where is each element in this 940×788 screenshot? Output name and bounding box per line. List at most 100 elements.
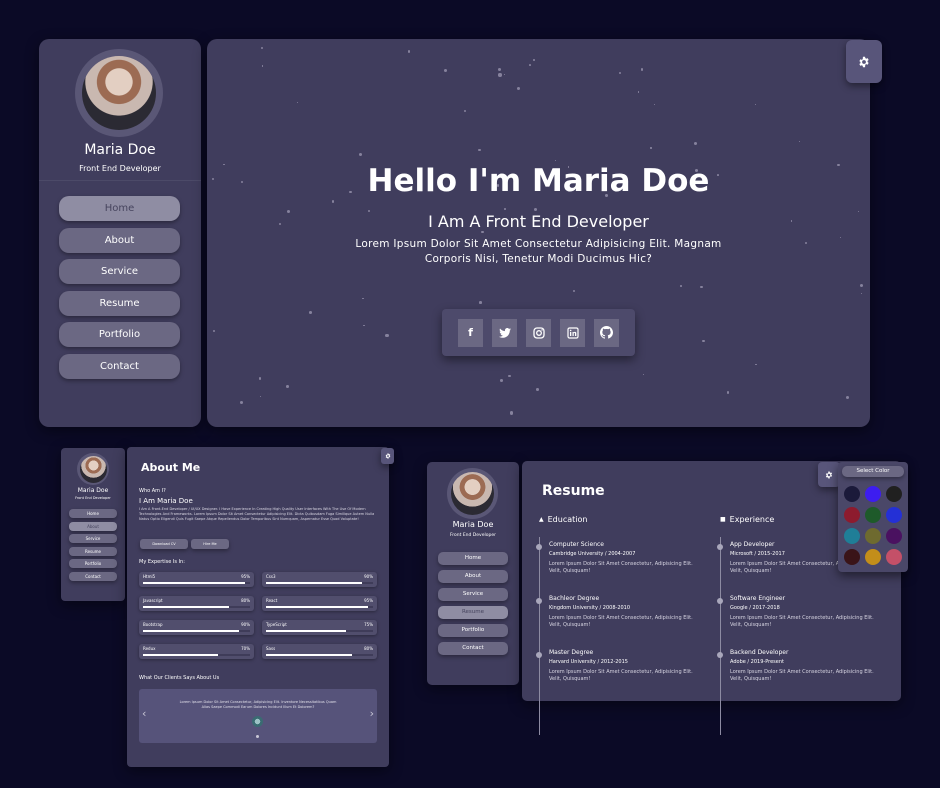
- skill-bar: TypeScript 75%: [262, 620, 377, 635]
- star-dot: [555, 160, 557, 162]
- star-dot: [650, 147, 652, 149]
- about-sidebar: Maria Doe Front End Developer Home About…: [61, 448, 125, 601]
- starfield: [207, 39, 870, 427]
- color-swatch[interactable]: [886, 486, 902, 502]
- main-sidebar: Maria Doe Front End Developer Home About…: [39, 39, 201, 427]
- social-bar: f: [442, 309, 635, 356]
- color-swatch[interactable]: [844, 549, 860, 565]
- skill-bar: Css3 90%: [262, 572, 377, 587]
- skills-grid: Html5 95% Css3 90% Javascript 80% React 95% …: [139, 572, 377, 659]
- hire-me-button[interactable]: Hire Me: [191, 539, 229, 549]
- color-swatch[interactable]: [844, 486, 860, 502]
- nav-service[interactable]: Service: [69, 534, 117, 543]
- settings-gear-icon[interactable]: [818, 462, 840, 487]
- timeline-dot: [717, 598, 723, 604]
- page-title: Resume: [542, 483, 605, 499]
- star-dot: [478, 148, 482, 152]
- star-dot: [640, 68, 644, 71]
- nav-portfolio[interactable]: Portfolio: [69, 559, 117, 568]
- star-dot: [534, 207, 538, 212]
- chevron-left-icon[interactable]: ‹: [142, 707, 146, 720]
- timeline-dot: [536, 598, 542, 604]
- profile-role: Front End Developer: [450, 533, 496, 538]
- star-dot: [536, 387, 539, 391]
- nav-resume[interactable]: Resume: [438, 606, 508, 619]
- star-dot: [846, 395, 850, 399]
- star-dot: [385, 334, 389, 338]
- about-content: About Me Who Am I? I Am Maria Doe I Am A…: [127, 447, 389, 767]
- nav-contact[interactable]: Contact: [59, 353, 180, 379]
- nav-service[interactable]: Service: [59, 259, 180, 284]
- timeline-dot: [717, 544, 723, 550]
- nav-contact[interactable]: Contact: [69, 571, 117, 581]
- star-dot: [261, 65, 264, 67]
- nav-about[interactable]: About: [69, 521, 117, 531]
- star-dot: [504, 208, 507, 210]
- color-swatch[interactable]: [886, 549, 902, 565]
- profile-role: Front End Developer: [79, 164, 161, 173]
- star-dot: [479, 301, 482, 304]
- avatar: [447, 468, 498, 519]
- nav-portfolio[interactable]: Portfolio: [59, 322, 180, 347]
- timeline-item: Backend Developer Adobe / 2019-Present Lor…: [717, 649, 880, 683]
- bio-text: I Am A Front-End Developer / UI/UX Desig…: [139, 507, 375, 521]
- chevron-right-icon[interactable]: ›: [370, 707, 374, 720]
- star-dot: [680, 285, 682, 287]
- who-label: Who Am I?: [139, 488, 166, 494]
- graduation-cap-icon: ▲: [539, 516, 544, 523]
- color-swatch[interactable]: [844, 507, 860, 523]
- star-dot: [726, 391, 729, 394]
- nav-portfolio[interactable]: Portfolio: [438, 624, 508, 637]
- star-dot: [693, 141, 697, 146]
- timeline-dot: [536, 544, 542, 550]
- color-swatch[interactable]: [886, 528, 902, 544]
- star-dot: [618, 72, 621, 75]
- nav-home[interactable]: Home: [59, 196, 180, 221]
- carousel-dot[interactable]: [256, 735, 259, 738]
- color-swatch[interactable]: [865, 549, 881, 565]
- twitter-icon[interactable]: [492, 318, 517, 347]
- github-icon[interactable]: [594, 318, 619, 347]
- star-dot: [533, 59, 535, 61]
- instagram-icon[interactable]: [526, 318, 551, 347]
- star-dot: [637, 91, 640, 93]
- timeline-item: Bachleor Degree Kingdom University / 2008…: [536, 595, 699, 629]
- timeline-list: Computer Science Cambridge University / 2…: [536, 541, 699, 697]
- nav-about[interactable]: About: [438, 570, 508, 583]
- skill-bar: Javascript 80%: [139, 596, 254, 611]
- star-dot: [755, 103, 757, 106]
- star-dot: [259, 395, 262, 398]
- star-dot: [509, 411, 513, 415]
- star-dot: [498, 73, 502, 77]
- nav-resume[interactable]: Resume: [69, 546, 117, 556]
- settings-gear-icon[interactable]: [381, 448, 394, 464]
- settings-gear-icon[interactable]: [846, 40, 882, 83]
- linkedin-icon[interactable]: [560, 318, 585, 347]
- profile-role: Front End Developer: [75, 496, 111, 500]
- color-swatch[interactable]: [886, 507, 902, 523]
- nav-service[interactable]: Service: [438, 588, 508, 601]
- nav-home[interactable]: Home: [69, 509, 117, 518]
- color-swatch[interactable]: [865, 486, 881, 502]
- sidebar-divider: [39, 180, 201, 181]
- nav-contact[interactable]: Contact: [438, 642, 508, 655]
- color-swatch[interactable]: [844, 528, 860, 544]
- briefcase-icon: ■: [720, 516, 726, 523]
- download-cv-button[interactable]: Download CV: [140, 539, 188, 549]
- profile-name: Maria Doe: [452, 520, 494, 529]
- color-swatch[interactable]: [865, 507, 881, 523]
- color-swatch-grid: [844, 486, 902, 565]
- who-name: I Am Maria Doe: [139, 497, 193, 505]
- nav-about[interactable]: About: [59, 227, 180, 253]
- star-dot: [700, 285, 703, 288]
- star-dot: [240, 400, 244, 404]
- star-dot: [463, 109, 467, 113]
- color-picker-panel: Select Color: [838, 462, 908, 572]
- education-heading: ▲ Education: [539, 515, 588, 524]
- color-swatch[interactable]: [865, 528, 881, 544]
- facebook-icon[interactable]: f: [458, 318, 483, 347]
- star-dot: [642, 373, 645, 376]
- nav-home[interactable]: Home: [438, 552, 508, 565]
- select-color-label: Select Color: [842, 466, 904, 477]
- nav-resume[interactable]: Resume: [59, 290, 180, 316]
